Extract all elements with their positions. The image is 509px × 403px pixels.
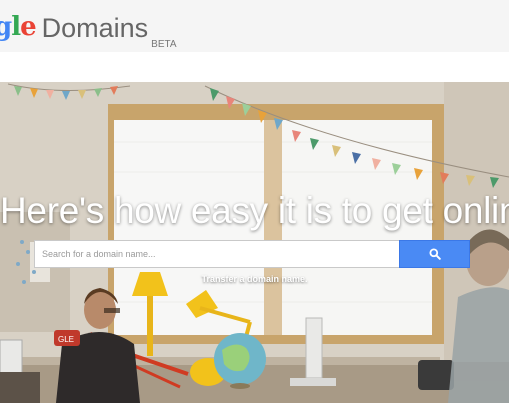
beta-badge: BETA [151, 39, 177, 50]
top-header: gle Domains BETA [0, 0, 509, 52]
product-name: Domains [41, 13, 149, 43]
google-wordmark: gle [0, 12, 37, 42]
transfer-domain-link[interactable]: Transfer a domain name. [0, 274, 509, 284]
search-icon [429, 248, 441, 260]
search-button[interactable] [399, 240, 470, 268]
hero-headline: Here's how easy it is to get online [0, 190, 509, 231]
domain-search-input[interactable] [34, 240, 399, 268]
domain-search-bar [34, 240, 470, 268]
svg-text:GLE: GLE [58, 335, 74, 344]
hero-banner: GLE Here's how easy it is to get online … [0, 82, 509, 403]
google-domains-logo[interactable]: gle Domains BETA [0, 12, 177, 50]
